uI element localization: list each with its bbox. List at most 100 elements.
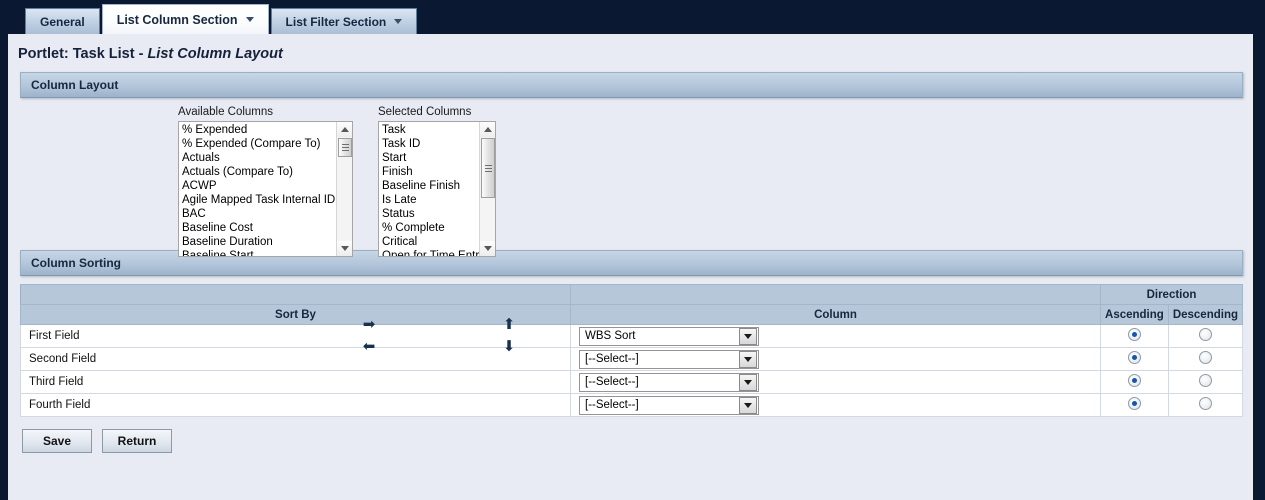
column-select-second[interactable]: [--Select--] <box>579 349 759 369</box>
tab-list-filter-section[interactable]: List Filter Section <box>270 8 418 34</box>
list-item[interactable]: Is Late <box>382 193 479 207</box>
column-sorting-table: Direction Sort By Column Ascending Desce… <box>20 284 1244 417</box>
scroll-down-icon[interactable] <box>337 241 352 256</box>
list-item[interactable]: Baseline Duration <box>182 235 336 249</box>
list-item[interactable]: Baseline Start <box>182 249 336 256</box>
scrollbar-thumb[interactable] <box>481 138 495 198</box>
save-button[interactable]: Save <box>22 429 92 453</box>
grip-icon <box>484 164 492 172</box>
sort-row-label: First Field <box>20 324 571 348</box>
available-columns-scrollbar[interactable] <box>336 122 352 256</box>
tab-list-filter-section-label: List Filter Section <box>285 14 387 29</box>
column-sorting-body: Direction Sort By Column Ascending Desce… <box>20 284 1244 417</box>
scrollbar-thumb[interactable] <box>338 138 352 157</box>
ascending-cell[interactable] <box>1100 393 1169 417</box>
descending-cell[interactable] <box>1167 347 1244 371</box>
tab-general[interactable]: General <box>25 8 100 34</box>
ascending-cell[interactable] <box>1100 347 1169 371</box>
header-spacer-sortby <box>20 284 571 305</box>
radio-ascending-third[interactable] <box>1127 374 1141 387</box>
list-item[interactable]: Start <box>382 151 479 165</box>
list-item[interactable]: Status <box>382 207 479 221</box>
add-column-button[interactable]: ➡ <box>359 314 379 336</box>
header-sort-by: Sort By <box>20 304 571 325</box>
reorder-buttons: ⬆ ⬇ <box>500 314 518 358</box>
available-columns-group: Available Columns % Expended % Expended … <box>178 106 353 257</box>
radio-descending-first[interactable] <box>1198 328 1212 341</box>
action-buttons: Save Return <box>8 417 1253 453</box>
table-header-row: Sort By Column Ascending Descending <box>20 304 1244 325</box>
list-item[interactable]: Task <box>382 123 479 137</box>
radio-descending-second[interactable] <box>1198 351 1212 364</box>
list-item[interactable]: % Complete <box>382 221 479 235</box>
table-row: First Field WBS Sort <box>20 324 1244 348</box>
chevron-down-icon <box>394 19 403 24</box>
table-row: Fourth Field [--Select--] <box>20 393 1244 417</box>
ascending-cell[interactable] <box>1100 370 1169 394</box>
radio-descending-third[interactable] <box>1198 374 1212 387</box>
return-button[interactable]: Return <box>102 429 172 453</box>
tab-bar: General List Column Section List Filter … <box>0 0 1265 34</box>
section-header-column-layout-label: Column Layout <box>31 78 119 92</box>
descending-cell[interactable] <box>1167 370 1244 394</box>
scroll-up-icon[interactable] <box>480 122 495 137</box>
available-columns-items[interactable]: % Expended % Expended (Compare To) Actua… <box>179 122 336 256</box>
selected-columns-listbox[interactable]: Task Task ID Start Finish Baseline Finis… <box>378 121 496 257</box>
column-select-fourth-value: [--Select--] <box>585 399 639 411</box>
selected-columns-items[interactable]: Task Task ID Start Finish Baseline Finis… <box>379 122 479 256</box>
chevron-down-icon[interactable] <box>739 396 757 414</box>
header-ascending: Ascending <box>1100 304 1169 325</box>
selected-columns-group: Selected Columns Task Task ID Start Fini… <box>378 106 496 257</box>
list-item[interactable]: Open for Time Entry <box>382 249 479 256</box>
list-item[interactable]: Agile Mapped Task Internal ID <box>182 193 336 207</box>
radio-ascending-fourth[interactable] <box>1127 397 1141 410</box>
sort-row-column-cell: [--Select--] <box>569 370 1102 394</box>
list-item[interactable]: % Expended (Compare To) <box>182 137 336 151</box>
scroll-down-icon[interactable] <box>480 241 495 256</box>
remove-column-button[interactable]: ⬅ <box>359 336 379 358</box>
tab-list-column-section[interactable]: List Column Section <box>101 4 269 34</box>
column-select-third[interactable]: [--Select--] <box>579 372 759 392</box>
move-up-button[interactable]: ⬆ <box>500 314 518 336</box>
move-down-button[interactable]: ⬇ <box>500 336 518 358</box>
list-item[interactable]: BAC <box>182 207 336 221</box>
sort-row-column-cell: WBS Sort <box>569 324 1102 348</box>
content-area: Portlet: Task List - List Column Layout … <box>8 34 1253 500</box>
chevron-down-icon[interactable] <box>739 350 757 368</box>
radio-ascending-second[interactable] <box>1127 351 1141 364</box>
grip-icon <box>341 144 349 151</box>
chevron-down-icon[interactable] <box>739 373 757 391</box>
tab-general-label: General <box>40 14 85 29</box>
column-select-fourth[interactable]: [--Select--] <box>579 395 759 415</box>
list-item[interactable]: ACWP <box>182 179 336 193</box>
page-title: Portlet: Task List - List Column Layout <box>8 34 1253 72</box>
header-column: Column <box>569 304 1102 325</box>
sort-row-column-cell: [--Select--] <box>569 393 1102 417</box>
descending-cell[interactable] <box>1167 393 1244 417</box>
list-item[interactable]: Baseline Finish <box>382 179 479 193</box>
list-item[interactable]: Critical <box>382 235 479 249</box>
section-header-column-layout: Column Layout <box>20 72 1243 98</box>
column-select-first[interactable]: WBS Sort <box>579 326 759 346</box>
radio-descending-fourth[interactable] <box>1198 397 1212 410</box>
list-item[interactable]: Actuals (Compare To) <box>182 165 336 179</box>
radio-ascending-first[interactable] <box>1127 328 1141 341</box>
list-item[interactable]: Actuals <box>182 151 336 165</box>
ascending-cell[interactable] <box>1100 324 1169 348</box>
descending-cell[interactable] <box>1167 324 1244 348</box>
sort-row-column-cell: [--Select--] <box>569 347 1102 371</box>
list-item[interactable]: Task ID <box>382 137 479 151</box>
transfer-buttons: ➡ ⬅ <box>359 314 379 358</box>
header-descending: Descending <box>1167 304 1244 325</box>
tab-list-column-section-label: List Column Section <box>116 12 238 27</box>
column-layout-body: Available Columns % Expended % Expended … <box>8 98 1253 355</box>
list-item[interactable]: Finish <box>382 165 479 179</box>
list-item[interactable]: Baseline Cost <box>182 221 336 235</box>
list-item[interactable]: % Expended <box>182 123 336 137</box>
table-header-row-top: Direction <box>20 284 1243 305</box>
selected-columns-scrollbar[interactable] <box>479 122 495 256</box>
column-select-third-value: [--Select--] <box>585 376 639 388</box>
scroll-up-icon[interactable] <box>337 122 352 137</box>
chevron-down-icon[interactable] <box>739 327 757 345</box>
available-columns-listbox[interactable]: % Expended % Expended (Compare To) Actua… <box>178 121 353 257</box>
